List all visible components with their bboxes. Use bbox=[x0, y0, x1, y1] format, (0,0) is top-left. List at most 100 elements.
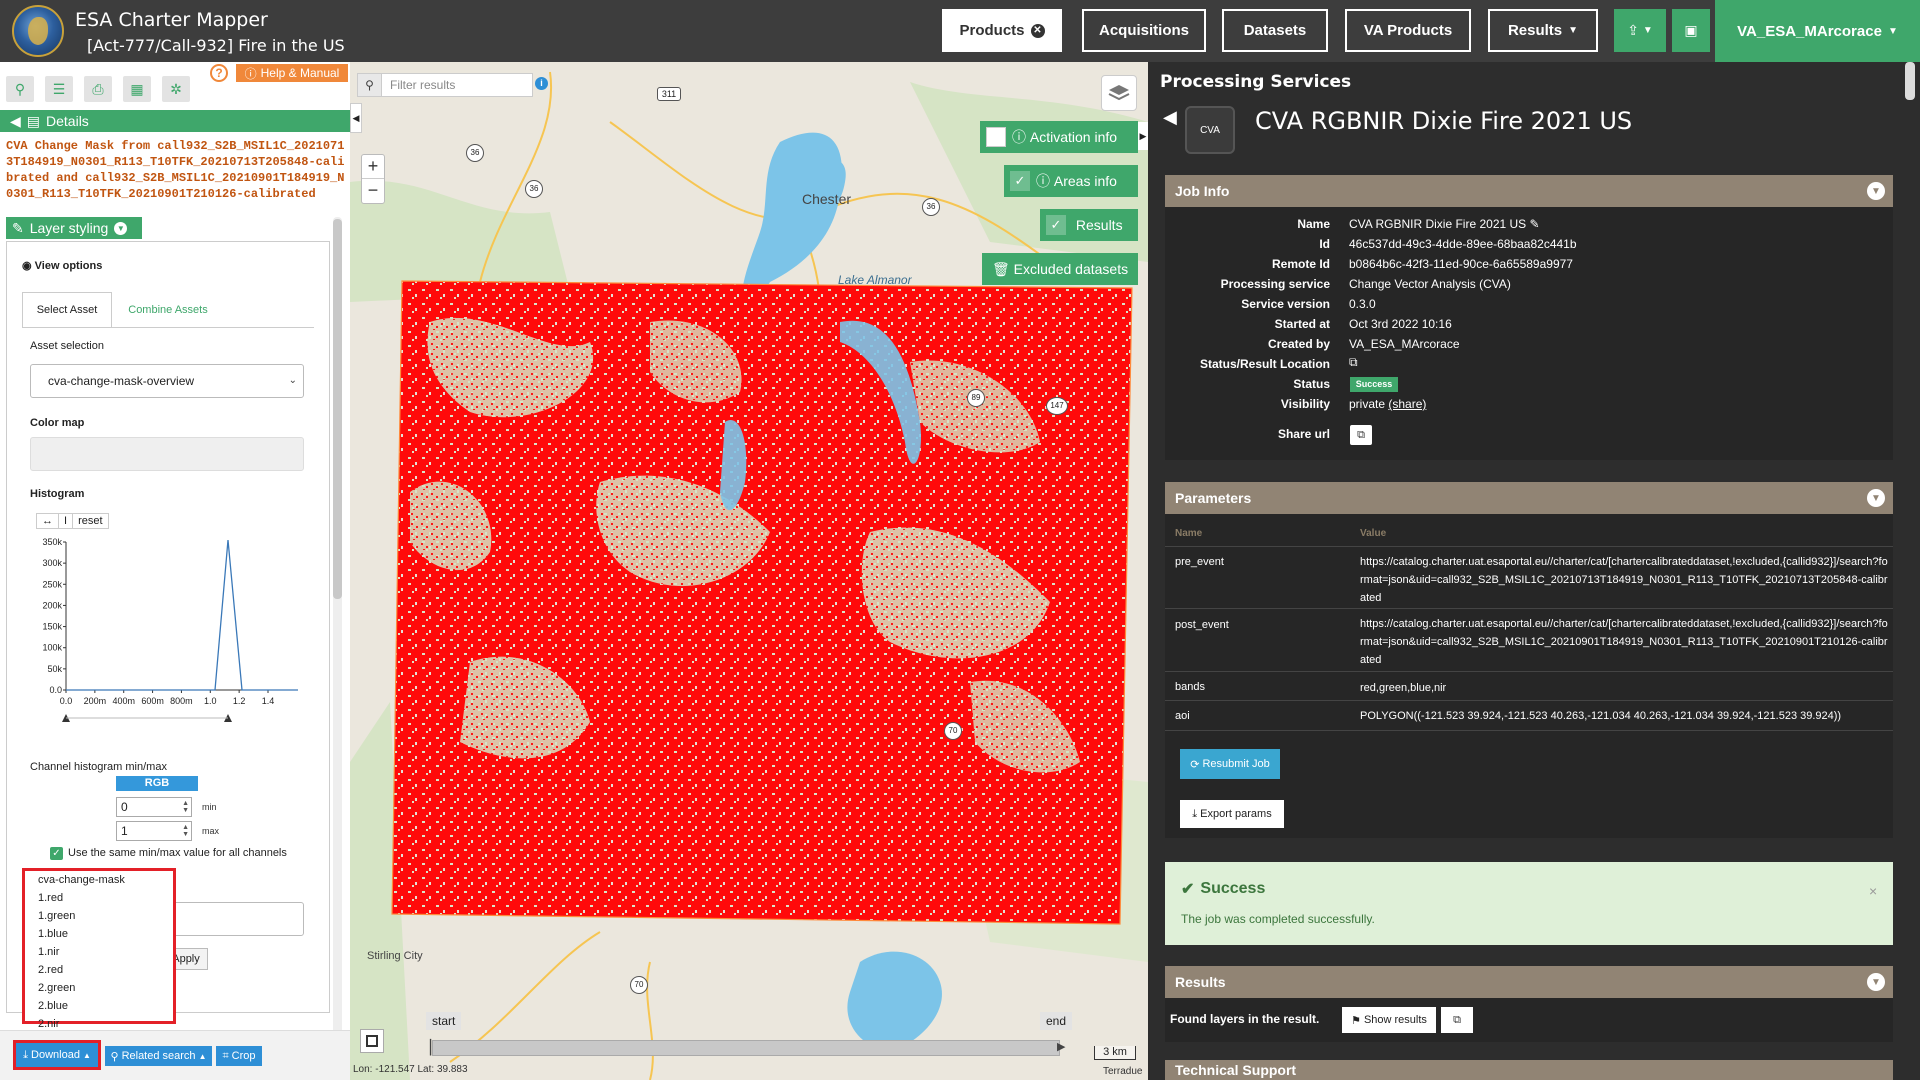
print-tool-button[interactable]: ⎙ bbox=[84, 76, 112, 102]
related-search-button[interactable]: ⚲ Related search ▲ bbox=[105, 1046, 212, 1066]
nav-acquisitions[interactable]: Acquisitions bbox=[1082, 9, 1206, 52]
pan-tool[interactable]: ↔ bbox=[37, 514, 59, 528]
user-menu[interactable]: VA_ESA_MArcorace ▼ bbox=[1715, 0, 1920, 62]
dropdown-item[interactable]: 2.blue bbox=[25, 997, 173, 1015]
map-attribution: Terradue bbox=[1103, 1066, 1143, 1077]
y-tick-label: 100k bbox=[42, 643, 62, 653]
list-tool-button[interactable]: ☰ bbox=[45, 76, 73, 102]
results-label: Results bbox=[1175, 974, 1226, 990]
pencil-icon[interactable]: ✎ bbox=[1530, 217, 1540, 231]
chevron-down-icon[interactable]: ▼ bbox=[1867, 182, 1885, 200]
spinner-icon[interactable]: ▲ ▼ bbox=[182, 800, 189, 814]
details-header[interactable]: ◀ ▤ Details bbox=[0, 110, 350, 132]
results-header[interactable]: Results ▼ bbox=[1165, 966, 1893, 998]
crop-button[interactable]: ⌗ Crop bbox=[216, 1046, 262, 1066]
esa-charter-logo[interactable] bbox=[12, 5, 64, 57]
reset-tool[interactable]: reset bbox=[73, 514, 108, 528]
filter-results[interactable]: ⚲ Filter results bbox=[357, 73, 533, 97]
info-icon[interactable]: i bbox=[535, 77, 548, 90]
chevron-down-icon[interactable]: ▼ bbox=[1867, 973, 1885, 991]
search-tool-button[interactable]: ⚲ bbox=[6, 76, 34, 102]
service-version-value: 0.3.0 bbox=[1349, 297, 1376, 311]
download-dropdown: cva-change-mask 1.red 1.green 1.blue 1.n… bbox=[22, 868, 176, 1030]
copy-icon[interactable]: ⧉ bbox=[1350, 425, 1372, 445]
dropdown-item[interactable]: 1.blue bbox=[25, 925, 173, 943]
settings-tool-button[interactable]: ✲ bbox=[162, 76, 190, 102]
spinner-icon[interactable]: ▲ ▼ bbox=[182, 824, 189, 838]
share-link[interactable]: (share) bbox=[1388, 397, 1426, 411]
dropdown-item[interactable]: cva-change-mask bbox=[25, 871, 173, 889]
min-input[interactable]: 0 ▲ ▼ bbox=[116, 797, 192, 817]
map-canvas[interactable] bbox=[350, 62, 1148, 1080]
road-shield: 36 bbox=[466, 144, 484, 162]
left-scrollbar-thumb[interactable] bbox=[333, 219, 342, 599]
timeline-right-handle[interactable]: ▶ bbox=[1057, 1040, 1065, 1053]
briefcase-button[interactable]: ▣ bbox=[1672, 9, 1710, 52]
back-arrow-icon[interactable]: ◀ bbox=[1163, 107, 1177, 128]
technical-support-header[interactable]: Technical Support bbox=[1165, 1060, 1893, 1080]
activation-info-checkbox[interactable] bbox=[986, 127, 1006, 147]
dropdown-item[interactable]: 1.nir bbox=[25, 943, 173, 961]
areas-info-checkbox[interactable]: ✓ bbox=[1010, 171, 1030, 191]
zoom-out-button[interactable]: − bbox=[362, 179, 384, 203]
asset-select[interactable]: cva-change-mask-overview ⌄ bbox=[30, 364, 304, 398]
tab-select-asset[interactable]: Select Asset bbox=[22, 292, 112, 327]
results-checkbox[interactable]: ✓ bbox=[1046, 215, 1066, 235]
timeline-left-handle[interactable]: ▏ bbox=[430, 1039, 441, 1056]
parameters-header[interactable]: Parameters ▼ bbox=[1165, 482, 1893, 514]
upload-button[interactable]: ⇪ ▼ bbox=[1614, 9, 1666, 52]
layers-button[interactable] bbox=[1101, 75, 1137, 111]
question-icon[interactable]: ? bbox=[210, 64, 228, 82]
timeline-slider[interactable] bbox=[432, 1040, 1060, 1056]
calendar-tool-button[interactable]: ▦ bbox=[123, 76, 151, 102]
show-results-button[interactable]: ⚑ Show results bbox=[1342, 1007, 1436, 1033]
chevron-left-icon: ◀ bbox=[352, 112, 360, 123]
apply-label: Apply bbox=[172, 953, 200, 965]
view-options[interactable]: ◉ View options bbox=[22, 259, 102, 272]
param-value: https://catalog.charter.uat.esaportal.eu… bbox=[1360, 556, 1888, 604]
close-circle-icon[interactable]: ✕ bbox=[1030, 23, 1045, 38]
help-manual-label: Help & Manual bbox=[260, 66, 340, 80]
layer-styling-header[interactable]: ✎ Layer styling ▼ bbox=[6, 217, 142, 239]
areas-info-chip[interactable]: ✓ ⓘ Areas info bbox=[1004, 165, 1138, 197]
right-scrollbar[interactable] bbox=[1905, 62, 1915, 100]
nav-products[interactable]: Products ✕ bbox=[942, 9, 1062, 52]
excluded-datasets-chip[interactable]: 🗑 Excluded datasets bbox=[982, 253, 1138, 285]
nav-va-products[interactable]: VA Products bbox=[1345, 9, 1471, 52]
dropdown-item[interactable]: 2.green bbox=[25, 979, 173, 997]
select-tool[interactable]: I bbox=[59, 514, 74, 528]
print-icon: ⎙ bbox=[92, 80, 104, 97]
collapse-left-panel[interactable]: ◀ bbox=[350, 103, 362, 133]
tab-combine-assets[interactable]: Combine Assets bbox=[118, 292, 218, 327]
channel-minmax-label: Channel histogram min/max bbox=[30, 761, 167, 773]
zoom-in-button[interactable]: + bbox=[362, 155, 384, 179]
activation-info-chip[interactable]: ⓘ Activation info bbox=[980, 121, 1138, 153]
overview-toggle-button[interactable] bbox=[360, 1029, 384, 1053]
collapse-right-panel[interactable]: ▶ bbox=[1138, 122, 1148, 150]
download-button[interactable]: ⤓ Download ▲ bbox=[13, 1040, 101, 1070]
road-shield: 36 bbox=[922, 198, 940, 216]
results-chip[interactable]: ✓ Results bbox=[1040, 209, 1138, 241]
dropdown-item[interactable]: 1.green bbox=[25, 907, 173, 925]
y-tick-label: 250k bbox=[42, 579, 62, 589]
help-manual-button[interactable]: ⓘ Help & Manual bbox=[236, 64, 348, 82]
map-view[interactable]: 311 36 36 36 70 70 89 147 Chester Lake A… bbox=[350, 62, 1148, 1080]
nav-datasets[interactable]: Datasets bbox=[1222, 9, 1328, 52]
param-value: POLYGON((-121.523 39.924,-121.523 40.263… bbox=[1360, 710, 1842, 722]
color-map-select[interactable] bbox=[30, 437, 304, 471]
band-expression-input[interactable] bbox=[156, 902, 304, 936]
dropdown-item[interactable]: 2.red bbox=[25, 961, 173, 979]
external-link-icon[interactable]: ⧉ bbox=[1349, 355, 1358, 370]
dropdown-item[interactable]: 1.red bbox=[25, 889, 173, 907]
chevron-down-icon[interactable]: ▼ bbox=[1867, 489, 1885, 507]
max-input[interactable]: 1 ▲ ▼ bbox=[116, 821, 192, 841]
download-label: Download bbox=[31, 1049, 80, 1061]
export-params-button[interactable]: ⤓ Export params bbox=[1180, 800, 1284, 828]
same-minmax-checkbox[interactable]: ✓ bbox=[50, 847, 63, 860]
nav-results[interactable]: Results ▼ bbox=[1488, 9, 1598, 52]
resubmit-job-button[interactable]: ⟳ Resubmit Job bbox=[1180, 749, 1280, 779]
activation-title: [Act-777/Call-932] Fire in the US bbox=[87, 36, 345, 55]
close-icon[interactable]: × bbox=[1869, 883, 1877, 899]
job-info-header[interactable]: Job Info ▼ bbox=[1165, 175, 1893, 207]
copy-results-button[interactable]: ⧉ bbox=[1441, 1007, 1473, 1033]
